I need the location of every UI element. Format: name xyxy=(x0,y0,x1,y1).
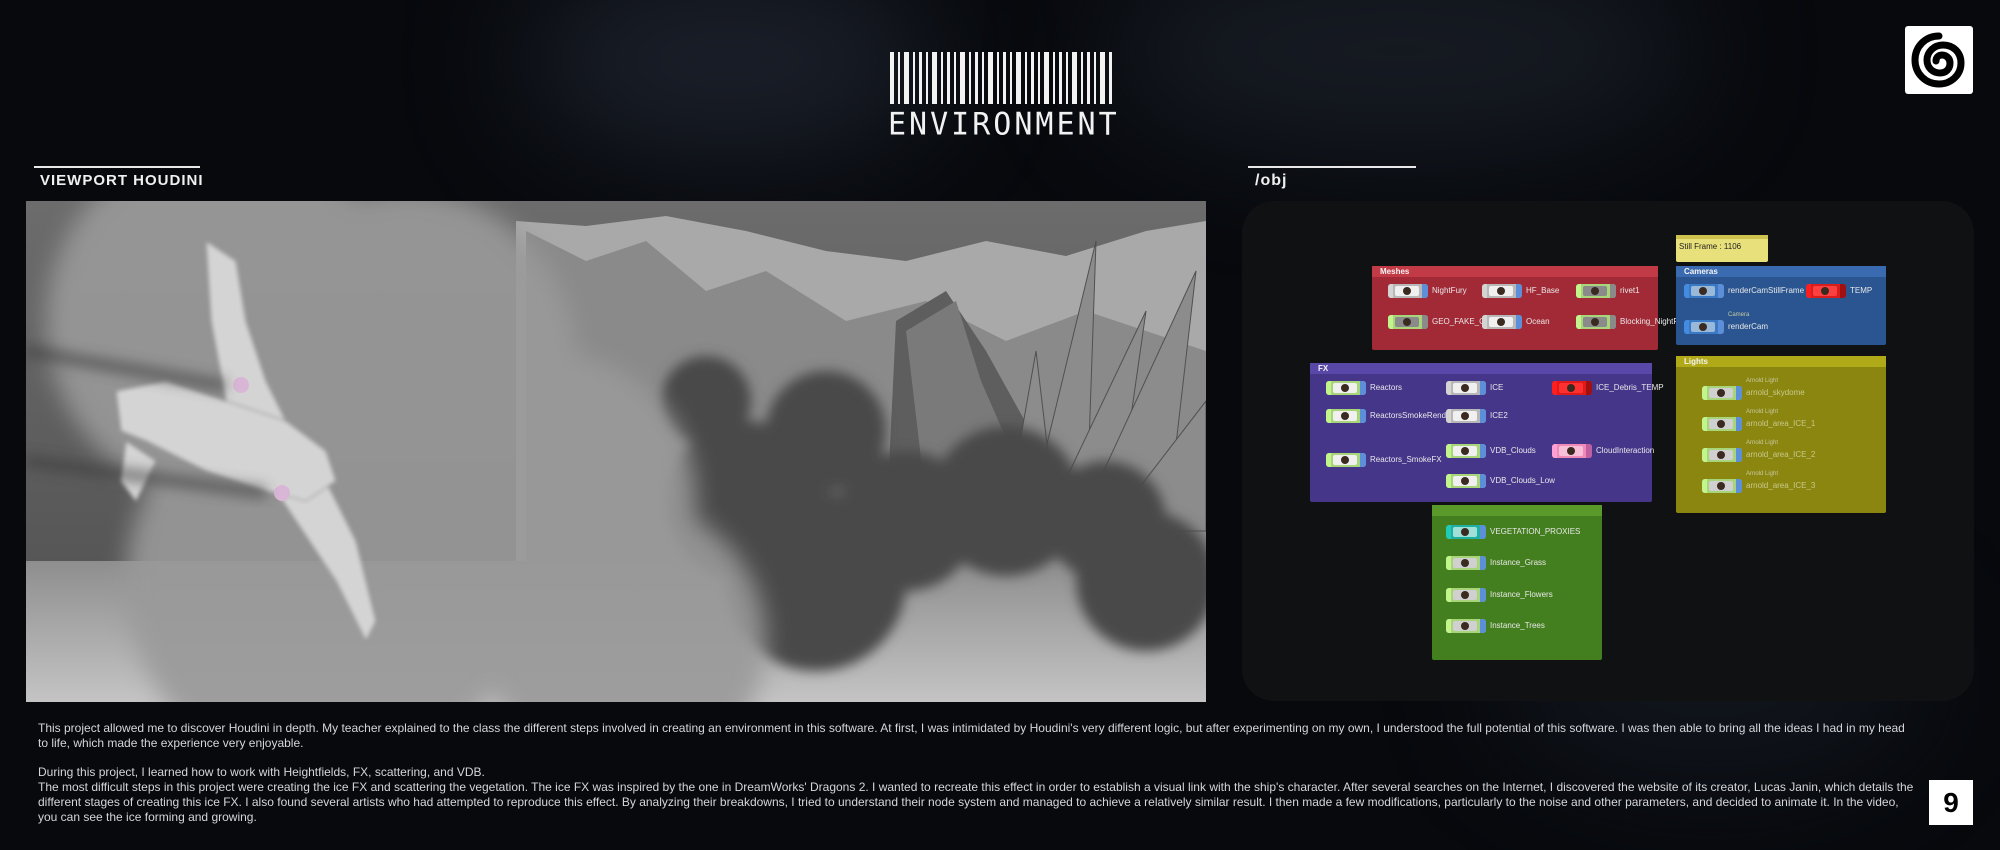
node-chip xyxy=(1702,479,1742,493)
node-chip xyxy=(1552,381,1592,395)
node-chip xyxy=(1446,588,1486,602)
node-label: arnold_area_ICE_2 xyxy=(1746,450,1816,459)
node-chip xyxy=(1388,284,1428,298)
node-chip xyxy=(1446,525,1486,539)
network-box-meshes[interactable]: Meshes NightFury HF_Base rivet1 GEO_FAKE… xyxy=(1372,266,1689,350)
node-chip xyxy=(1446,381,1486,395)
node-label: Reactors_SmokeFX xyxy=(1370,455,1442,464)
still-frame-note[interactable]: Still Frame : 1106 xyxy=(1676,235,1768,262)
node-label: VEGETATION_PROXIES xyxy=(1490,527,1581,536)
node-chip xyxy=(1446,619,1486,633)
project-description: This project allowed me to discover Houd… xyxy=(38,721,1918,825)
node-sublabel: Arnold Light xyxy=(1746,471,1779,477)
node-chip xyxy=(1702,417,1742,431)
network-box-lights[interactable]: Lights Arnold Light arnold_skydome Arnol… xyxy=(1676,356,1886,513)
node-label: rivet1 xyxy=(1620,286,1640,295)
node-chip xyxy=(1482,315,1522,329)
node-label: ICE xyxy=(1490,383,1504,392)
node-label: arnold_area_ICE_3 xyxy=(1746,481,1816,490)
node-chip xyxy=(1576,315,1616,329)
node-chip xyxy=(1388,315,1428,329)
node-label: ICE2 xyxy=(1490,411,1508,420)
description-paragraph: During this project, I learned how to wo… xyxy=(38,765,485,779)
node-label: Instance_Flowers xyxy=(1490,590,1553,599)
box-title-meshes: Meshes xyxy=(1372,266,1658,277)
background-blur xyxy=(520,0,940,160)
houdini-logo xyxy=(1905,26,1973,94)
node-chip xyxy=(1806,284,1846,298)
node-chip xyxy=(1446,556,1486,570)
box-title-lights: Lights xyxy=(1676,356,1886,367)
box-title-cameras: Cameras xyxy=(1676,266,1886,277)
node-label: renderCamStillFrame xyxy=(1728,286,1805,295)
network-section-title: /obj xyxy=(1255,172,1288,189)
still-frame-label: Still Frame : 1106 xyxy=(1679,242,1742,251)
background-blur xyxy=(1100,0,1700,160)
viewport-render xyxy=(26,201,1206,702)
node-label: arnold_skydome xyxy=(1746,388,1805,397)
description-paragraph: This project allowed me to discover Houd… xyxy=(38,721,1905,750)
node-chip xyxy=(1326,453,1366,467)
node-sublabel: Arnold Light xyxy=(1746,440,1779,446)
node-label: NightFury xyxy=(1432,286,1467,295)
node-label: GEO_FAKE_CLOUDS xyxy=(1432,317,1482,326)
node-label: TEMP xyxy=(1850,286,1873,295)
page-title: ENVIRONMENT xyxy=(888,106,1120,143)
description-paragraph: The most difficult steps in this project… xyxy=(38,780,1914,824)
node-sublabel: Camera xyxy=(1728,312,1750,318)
node-chip xyxy=(1446,474,1486,488)
node-chip xyxy=(1684,284,1724,298)
node-label: Instance_Trees xyxy=(1490,621,1545,630)
node-label: arnold_area_ICE_1 xyxy=(1746,419,1816,428)
node-label: CloudInteraction xyxy=(1596,446,1655,455)
node-label: Instance_Grass xyxy=(1490,558,1547,567)
node-label: renderCam xyxy=(1728,322,1769,331)
section-underline xyxy=(34,166,200,168)
node-chip xyxy=(1446,444,1486,458)
node-chip xyxy=(1684,320,1724,334)
node-sublabel: Arnold Light xyxy=(1746,378,1779,384)
node-chip xyxy=(1326,409,1366,423)
box-title-vegetation xyxy=(1432,505,1602,516)
node-label: HF_Base xyxy=(1526,286,1560,295)
node-chip xyxy=(1702,448,1742,462)
node-sublabel: Arnold Light xyxy=(1746,409,1779,415)
node-chip xyxy=(1552,444,1592,458)
box-title-fx: FX xyxy=(1310,363,1652,374)
houdini-viewport[interactable] xyxy=(26,201,1206,702)
network-box-vegetation[interactable]: VEGETATION_PROXIES Instance_Grass Instan… xyxy=(1432,505,1602,660)
node-label: ICE_Debris_TEMP xyxy=(1596,383,1664,392)
swirl-icon xyxy=(1911,32,1965,88)
viewport-section-title: VIEWPORT HOUDINI xyxy=(40,172,204,189)
node-network-panel[interactable]: Still Frame : 1106 Meshes NightFury HF_B… xyxy=(1242,201,1974,701)
node-chip xyxy=(1576,284,1616,298)
node-label: VDB_Clouds_Low xyxy=(1490,476,1555,485)
section-underline xyxy=(1248,166,1416,168)
node-chip xyxy=(1446,409,1486,423)
barcode-logo xyxy=(890,52,1112,104)
node-chip xyxy=(1482,284,1522,298)
node-chip xyxy=(1702,386,1742,400)
network-box-cameras[interactable]: Cameras renderCamStillFrame TEMP Camera … xyxy=(1676,266,1886,345)
node-label: Reactors xyxy=(1370,383,1403,392)
node-label: VDB_Clouds xyxy=(1490,446,1536,455)
node-label: Ocean xyxy=(1526,317,1550,326)
page-number: 9 xyxy=(1929,780,1973,825)
node-label: ReactorsSmokeRender xyxy=(1370,411,1454,420)
node-chip xyxy=(1326,381,1366,395)
network-box-fx[interactable]: FX Reactors ICE ICE_Debris_TEMP Reactors… xyxy=(1310,363,1664,502)
